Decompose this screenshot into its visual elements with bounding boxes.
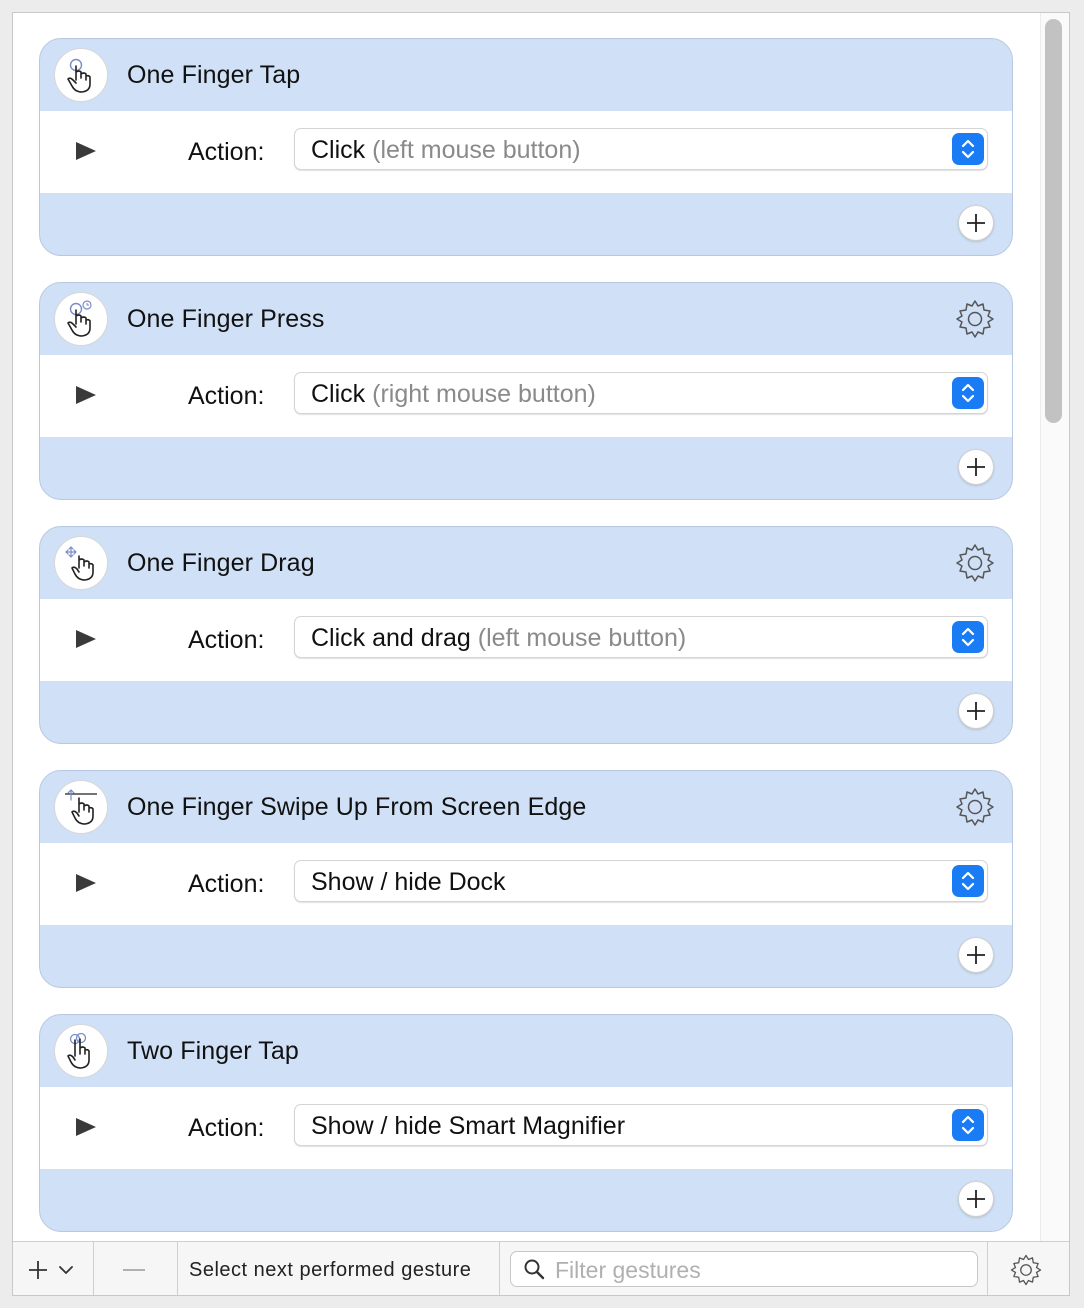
chevron-up-down-icon bbox=[952, 865, 984, 897]
chevron-up-down-icon bbox=[952, 133, 984, 165]
action-select[interactable]: Click (left mouse button) bbox=[294, 128, 988, 170]
plus-icon bbox=[967, 702, 985, 720]
plus-icon bbox=[967, 946, 985, 964]
chevron-up-down-icon bbox=[952, 621, 984, 653]
action-main: Click bbox=[311, 380, 366, 408]
play-icon[interactable] bbox=[76, 386, 96, 404]
play-icon[interactable] bbox=[76, 142, 96, 160]
play-icon[interactable] bbox=[76, 874, 96, 892]
select-next-gesture-button[interactable]: Select next performed gesture bbox=[189, 1259, 471, 1282]
action-select[interactable]: Show / hide Dock bbox=[294, 860, 988, 902]
gesture-title: One Finger Press bbox=[127, 305, 325, 333]
gesture-title: Two Finger Tap bbox=[127, 1037, 299, 1065]
plus-icon bbox=[967, 458, 985, 476]
action-value: Click (left mouse button) bbox=[311, 136, 581, 165]
action-label: Action: bbox=[188, 138, 265, 166]
gesture-card-one-finger-tap: One Finger Tap Action: Click (left mouse… bbox=[39, 38, 1013, 256]
add-gesture-button[interactable] bbox=[27, 1256, 89, 1284]
action-value: Show / hide Smart Magnifier bbox=[311, 1112, 625, 1141]
one-finger-press-icon bbox=[54, 292, 108, 346]
scrollbar-thumb[interactable] bbox=[1045, 19, 1062, 423]
plus-icon bbox=[967, 1190, 985, 1208]
card-footer bbox=[40, 925, 1012, 987]
action-value: Click (right mouse button) bbox=[311, 380, 596, 409]
gesture-header[interactable]: One Finger Drag bbox=[40, 527, 1012, 599]
action-main: Click and drag bbox=[311, 624, 471, 652]
action-label: Action: bbox=[188, 1114, 265, 1142]
action-value: Show / hide Dock bbox=[311, 868, 506, 897]
card-footer bbox=[40, 437, 1012, 499]
action-label: Action: bbox=[188, 870, 265, 898]
add-action-button[interactable] bbox=[958, 205, 994, 241]
action-detail: (left mouse button) bbox=[372, 136, 581, 164]
action-detail: (right mouse button) bbox=[372, 380, 596, 408]
gear-icon[interactable] bbox=[954, 298, 996, 340]
add-action-button[interactable] bbox=[958, 937, 994, 973]
action-row: Action: Show / hide Smart Magnifier bbox=[40, 1087, 1012, 1169]
action-label: Action: bbox=[188, 382, 265, 410]
action-select[interactable]: Show / hide Smart Magnifier bbox=[294, 1104, 988, 1146]
plus-icon bbox=[29, 1261, 47, 1279]
two-finger-tap-icon bbox=[54, 1024, 108, 1078]
card-footer bbox=[40, 681, 1012, 743]
action-row: Action: Click (right mouse button) bbox=[40, 355, 1012, 437]
gesture-card-one-finger-press: One Finger Press Action: Click (right mo… bbox=[39, 282, 1013, 500]
filter-search-field[interactable] bbox=[510, 1251, 978, 1287]
action-main: Show / hide Dock bbox=[311, 868, 506, 896]
gesture-title: One Finger Tap bbox=[127, 61, 301, 89]
gesture-list: One Finger Tap Action: Click (left mouse… bbox=[13, 13, 1043, 1241]
bottom-toolbar: Select next performed gesture bbox=[13, 1241, 1069, 1295]
gesture-header[interactable]: One Finger Tap bbox=[40, 39, 1012, 111]
action-select[interactable]: Click and drag (left mouse button) bbox=[294, 616, 988, 658]
action-detail: (left mouse button) bbox=[477, 624, 687, 652]
add-action-button[interactable] bbox=[958, 693, 994, 729]
action-row: Action: Click (left mouse button) bbox=[40, 111, 1012, 193]
gesture-title: One Finger Swipe Up From Screen Edge bbox=[127, 793, 587, 821]
remove-gesture-button[interactable] bbox=[123, 1269, 145, 1271]
chevron-up-down-icon bbox=[952, 377, 984, 409]
plus-icon bbox=[967, 214, 985, 232]
add-action-button[interactable] bbox=[958, 449, 994, 485]
action-label: Action: bbox=[188, 626, 265, 654]
filter-input[interactable] bbox=[553, 1254, 967, 1286]
chevron-down-icon bbox=[59, 1266, 73, 1274]
gear-icon[interactable] bbox=[954, 786, 996, 828]
action-row: Action: Show / hide Dock bbox=[40, 843, 1012, 925]
gear-icon[interactable] bbox=[954, 542, 996, 584]
gesture-card-two-finger-tap: Two Finger Tap Action: Show / hide Smart… bbox=[39, 1014, 1013, 1232]
action-value: Click and drag (left mouse button) bbox=[311, 624, 686, 653]
gesture-title: One Finger Drag bbox=[127, 549, 315, 577]
gesture-header[interactable]: One Finger Swipe Up From Screen Edge bbox=[40, 771, 1012, 843]
action-main: Show / hide Smart Magnifier bbox=[311, 1112, 626, 1140]
search-icon bbox=[524, 1259, 545, 1280]
add-action-button[interactable] bbox=[958, 1181, 994, 1217]
gesture-card-one-finger-drag: One Finger Drag Action: Click and drag (… bbox=[39, 526, 1013, 744]
one-finger-swipe-up-icon bbox=[54, 780, 108, 834]
one-finger-drag-icon bbox=[54, 536, 108, 590]
gesture-header[interactable]: Two Finger Tap bbox=[40, 1015, 1012, 1087]
action-select[interactable]: Click (right mouse button) bbox=[294, 372, 988, 414]
action-row: Action: Click and drag (left mouse butto… bbox=[40, 599, 1012, 681]
play-icon[interactable] bbox=[76, 630, 96, 648]
chevron-up-down-icon bbox=[952, 1109, 984, 1141]
gear-icon[interactable] bbox=[1009, 1253, 1043, 1287]
one-finger-tap-icon bbox=[54, 48, 108, 102]
action-main: Click bbox=[311, 136, 366, 164]
play-icon[interactable] bbox=[76, 1118, 96, 1136]
gesture-header[interactable]: One Finger Press bbox=[40, 283, 1012, 355]
card-footer bbox=[40, 193, 1012, 255]
gesture-card-one-finger-swipe-up: One Finger Swipe Up From Screen Edge Act… bbox=[39, 770, 1013, 988]
gestures-panel: One Finger Tap Action: Click (left mouse… bbox=[12, 12, 1070, 1296]
card-footer bbox=[40, 1169, 1012, 1231]
